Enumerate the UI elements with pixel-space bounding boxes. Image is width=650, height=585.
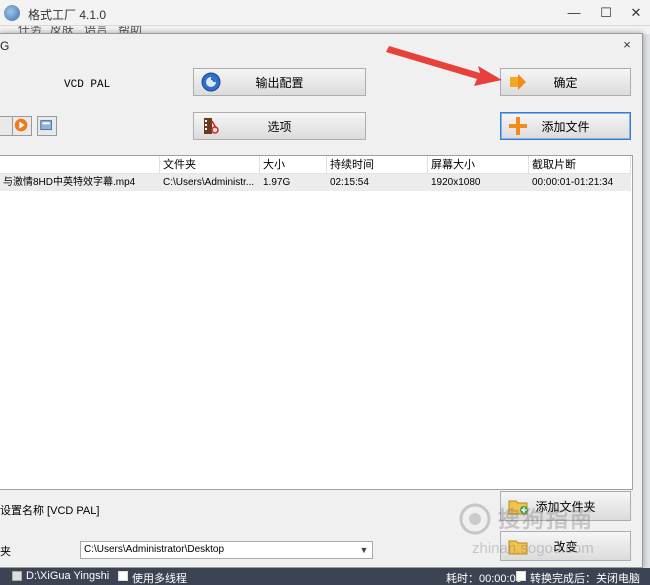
screen-icon[interactable]	[37, 116, 57, 136]
app-title: 格式工厂 4.1.0	[28, 8, 107, 22]
output-folder-label: 夹	[0, 546, 11, 558]
after-convert-label: 转换完成后：关闭电脑	[530, 573, 640, 585]
table-row[interactable]: 与激情8HD中英特效字幕.mp4 C:\Users\Administr... 1…	[0, 174, 631, 191]
maximize-button[interactable]: ☐	[595, 2, 617, 24]
dialog-title: G	[0, 39, 10, 53]
cell-clip-range: 00:00:01-01:21:34	[532, 177, 614, 188]
minimize-button[interactable]: —	[563, 2, 585, 24]
chevron-down-icon[interactable]: ▼	[356, 542, 372, 558]
add-folder-button[interactable]: 添加文件夹	[500, 491, 631, 521]
dialog-close-button[interactable]: ×	[618, 36, 636, 54]
output-folder-select[interactable]: C:\Users\Administrator\Desktop ▼	[80, 541, 373, 559]
add-file-button[interactable]: 添加文件	[500, 112, 631, 140]
output-folder-value: C:\Users\Administrator\Desktop	[84, 544, 225, 555]
cell-duration: 02:15:54	[330, 177, 369, 188]
column-header-clip[interactable]: 截取片断	[529, 156, 631, 174]
column-header-screen-size[interactable]: 屏幕大小	[428, 156, 529, 174]
play-icon[interactable]	[12, 116, 32, 136]
column-header-size[interactable]: 大小	[260, 156, 327, 174]
output-settings-button[interactable]: 输出配置	[193, 68, 366, 96]
confirm-label: 确定	[553, 75, 578, 90]
file-list[interactable]: 文件夹 大小 持续时间 屏幕大小 截取片断 与激情8HD中英特效字幕.mp4 C…	[0, 155, 633, 490]
preset-label: 设置名称 [VCD PAL]	[0, 505, 100, 517]
confirm-button[interactable]: 确定	[500, 68, 631, 96]
preset-name: VCD PAL	[64, 79, 111, 91]
output-settings-label: 输出配置	[255, 75, 304, 90]
add-folder-label: 添加文件夹	[535, 499, 596, 514]
column-header-duration[interactable]: 持续时间	[327, 156, 428, 174]
column-header-name[interactable]	[0, 156, 160, 174]
app-titlebar: 格式工厂 4.1.0 — ☐ ✕	[0, 0, 650, 26]
folder-status-icon	[12, 571, 22, 581]
after-convert-checkbox[interactable]	[516, 571, 526, 581]
sogou-logo-icon	[459, 503, 491, 535]
multithread-checkbox[interactable]	[118, 571, 128, 581]
column-header-folder[interactable]: 文件夹	[160, 156, 260, 174]
format-factory-app-icon	[4, 5, 20, 21]
output-settings-dialog: G × VCD PAL 输出配置 确定 选项 添加文件 文件夹 大小 持续时间 …	[0, 33, 643, 568]
close-window-button[interactable]: ✕	[625, 2, 647, 24]
options-label: 选项	[267, 119, 292, 134]
cell-screen-size: 1920x1080	[431, 177, 481, 188]
multithread-label: 使用多线程	[132, 573, 187, 585]
options-button[interactable]: 选项	[193, 112, 366, 140]
cell-folder: C:\Users\Administr...	[163, 177, 255, 188]
status-path: D:\XiGua Yingshi	[26, 570, 110, 582]
cell-size: 1.97G	[263, 177, 291, 188]
add-file-label: 添加文件	[541, 119, 590, 134]
change-folder-button[interactable]: 改变	[500, 531, 631, 561]
change-label: 改变	[553, 539, 578, 554]
cell-file-name: 与激情8HD中英特效字幕.mp4	[3, 177, 136, 188]
elapsed-time: 耗时：00:00:00	[446, 573, 522, 585]
status-bar: D:\XiGua Yingshi 使用多线程 耗时：00:00:00 转换完成后…	[0, 568, 650, 585]
